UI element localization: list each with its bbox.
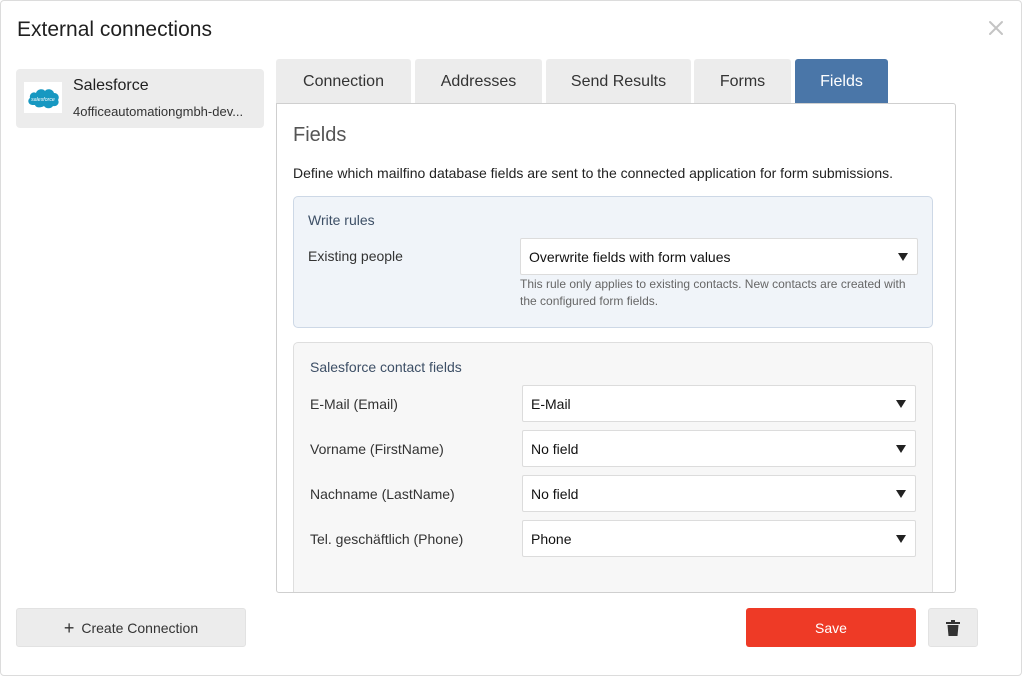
- field-value-firstname: No field: [531, 440, 579, 457]
- tab-forms[interactable]: Forms: [694, 59, 791, 104]
- panel-description: Define which mailfino database fields ar…: [293, 165, 893, 181]
- field-value-lastname: No field: [531, 485, 579, 502]
- create-connection-button[interactable]: + Create Connection: [16, 608, 246, 647]
- chevron-down-icon: [896, 535, 906, 543]
- svg-text:salesforce: salesforce: [31, 97, 55, 103]
- create-connection-label: Create Connection: [81, 619, 199, 636]
- connection-account: 4officeautomationgmbh-dev...: [73, 104, 244, 119]
- field-select-lastname[interactable]: No field: [522, 475, 916, 512]
- field-label-email: E-Mail (Email): [310, 396, 398, 412]
- contact-fields-box: Salesforce contact fields E-Mail (Email)…: [293, 342, 933, 592]
- chevron-down-icon: [896, 445, 906, 453]
- field-select-firstname[interactable]: No field: [522, 430, 916, 467]
- field-value-phone: Phone: [531, 530, 572, 547]
- connection-name: Salesforce: [73, 77, 149, 94]
- tab-fields[interactable]: Fields: [795, 59, 888, 105]
- existing-people-label: Existing people: [308, 248, 403, 264]
- contact-fields-title: Salesforce contact fields: [310, 359, 462, 375]
- field-label-phone: Tel. geschäftlich (Phone): [310, 531, 464, 547]
- fields-panel: Fields Define which mailfino database fi…: [276, 103, 956, 593]
- connection-item-salesforce[interactable]: salesforce Salesforce 4officeautomationg…: [16, 69, 264, 128]
- external-connections-dialog: External connections salesforce Salesfor…: [0, 0, 1022, 676]
- save-button[interactable]: Save: [746, 608, 916, 647]
- write-rules-box: Write rules Existing people Overwrite fi…: [293, 196, 933, 328]
- delete-button[interactable]: [928, 608, 978, 647]
- chevron-down-icon: [896, 400, 906, 408]
- existing-people-value: Overwrite fields with form values: [529, 248, 731, 265]
- tab-send-results[interactable]: Send Results: [546, 59, 691, 104]
- plus-icon: +: [63, 617, 75, 638]
- close-icon[interactable]: [987, 19, 1005, 37]
- tab-addresses[interactable]: Addresses: [415, 59, 542, 104]
- tab-connection[interactable]: Connection: [276, 59, 411, 104]
- trash-icon: [946, 619, 960, 636]
- field-select-email[interactable]: E-Mail: [522, 385, 916, 422]
- field-label-lastname: Nachname (LastName): [310, 486, 455, 502]
- write-rules-title: Write rules: [308, 212, 375, 228]
- field-label-firstname: Vorname (FirstName): [310, 441, 444, 457]
- write-rules-hint: This rule only applies to existing conta…: [520, 277, 906, 308]
- salesforce-logo-icon: salesforce: [24, 82, 62, 113]
- existing-people-select[interactable]: Overwrite fields with form values: [520, 238, 918, 275]
- chevron-down-icon: [898, 253, 908, 261]
- field-select-phone[interactable]: Phone: [522, 520, 916, 557]
- dialog-title: External connections: [17, 18, 212, 41]
- chevron-down-icon: [896, 490, 906, 498]
- panel-title: Fields: [293, 124, 347, 146]
- field-value-email: E-Mail: [531, 395, 571, 412]
